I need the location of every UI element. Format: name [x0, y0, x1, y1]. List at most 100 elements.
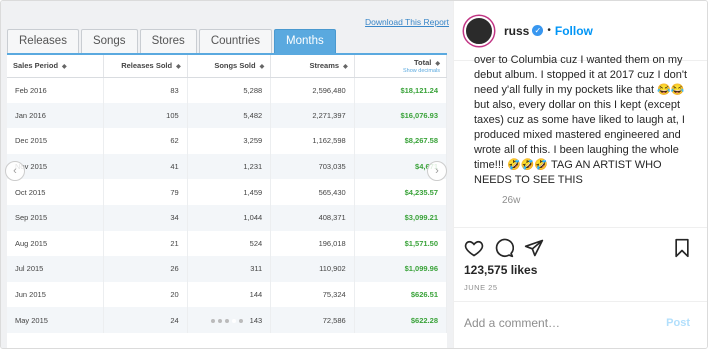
table-cell: $622.28 [354, 307, 448, 333]
sort-icon[interactable]: ◆ [260, 64, 265, 70]
carousel-dot [218, 319, 222, 323]
likes-count[interactable]: 123,575 likes [464, 263, 537, 277]
post-header: russ ✓ • Follow [454, 1, 707, 61]
table-cell: $626.51 [354, 281, 448, 308]
column-header-label: Streams [309, 61, 340, 71]
table-cell: 196,018 [270, 230, 355, 257]
column-header-label: Total [414, 57, 432, 67]
table-cell: 144 [187, 281, 272, 308]
table-cell: 1,162,598 [270, 128, 355, 154]
table-row: Jul 2015 26 311 110,902 $1,099.96 [7, 256, 448, 282]
sort-icon[interactable]: ◆ [343, 64, 348, 70]
table-row: Jan 2016 105 5,482 2,271,397 $16,076.93 [7, 102, 448, 129]
comment-input[interactable] [464, 316, 654, 330]
caption-timestamp: 26w [502, 195, 521, 206]
tab-months[interactable]: Months [274, 29, 336, 53]
report-tabs: Releases Songs Stores Countries Months [7, 29, 338, 53]
post-date: JUNE 25 [464, 283, 498, 292]
table-cell: $4,235.57 [354, 179, 448, 205]
sales-table: Sales Period ◆ Releases Sold ◆ Songs Sold ◆ St… [7, 55, 448, 333]
show-decimals-link[interactable]: Show decimals [361, 68, 440, 74]
table-row: Dec 2015 62 3,259 1,162,598 $8,267.58 [7, 128, 448, 154]
tab-songs[interactable]: Songs [80, 29, 138, 53]
sort-icon[interactable]: ◆ [176, 64, 181, 70]
table-cell: Jan 2016 [7, 102, 105, 129]
table-cell: 5,288 [187, 77, 272, 103]
column-header[interactable]: Total ◆ Show decimals [354, 55, 448, 78]
carousel-dot [225, 319, 229, 323]
carousel-next-icon[interactable]: › [427, 161, 447, 181]
table-cell: 110,902 [270, 256, 355, 282]
table-cell: 408,371 [270, 204, 355, 231]
bookmark-icon[interactable] [672, 238, 692, 258]
post-media: Download This Report Releases Songs Stores… [1, 1, 453, 348]
table-cell: 21 [103, 230, 188, 257]
table-cell: $1,571.50 [354, 230, 448, 257]
table-cell: 1,231 [187, 153, 272, 180]
table-cell: 105 [103, 102, 188, 129]
comment-bar: Post [454, 301, 707, 348]
comment-icon[interactable] [494, 238, 514, 258]
table-cell: 5,482 [187, 102, 272, 129]
username[interactable]: russ [504, 24, 529, 38]
table-cell: 565,430 [270, 179, 355, 205]
instagram-post-frame: Download This Report Releases Songs Stores… [0, 0, 708, 349]
post-actions [454, 227, 707, 267]
post-comment-button[interactable]: Post [666, 317, 690, 329]
carousel-dot [211, 319, 215, 323]
column-header-label: Releases Sold [121, 61, 173, 71]
table-cell: 703,035 [270, 153, 355, 180]
table-cell: Oct 2015 [7, 179, 105, 205]
carousel-dot-active [232, 319, 236, 323]
table-cell: 72,586 [270, 307, 355, 333]
table-cell: 83 [103, 77, 188, 103]
tab-countries[interactable]: Countries [198, 29, 273, 53]
column-header-label: Songs Sold [214, 61, 256, 71]
heart-icon[interactable] [464, 238, 484, 258]
table-cell: $8,267.58 [354, 128, 448, 154]
column-header[interactable]: Streams ◆ [270, 55, 355, 78]
post-caption: over to Columbia cuz I wanted them on my… [474, 54, 688, 186]
table-row: Sep 2015 34 1,044 408,371 $3,099.21 [7, 204, 448, 231]
follow-button[interactable]: Follow [555, 24, 593, 38]
column-header[interactable]: Songs Sold ◆ [187, 55, 272, 78]
table-cell: $3,099.21 [354, 204, 448, 231]
carousel-prev-icon[interactable]: ‹ [5, 161, 25, 181]
table-cell: Aug 2015 [7, 230, 105, 257]
table-cell: 26 [103, 256, 188, 282]
table-cell: Sep 2015 [7, 204, 105, 231]
separator-dot: • [547, 25, 551, 36]
table-cell: Jul 2015 [7, 256, 105, 282]
table-cell: $18,121.24 [354, 77, 448, 103]
table-cell: Feb 2016 [7, 77, 105, 103]
tab-releases[interactable]: Releases [7, 29, 79, 53]
table-row: Jun 2015 20 144 75,324 $626.51 [7, 281, 448, 308]
column-header[interactable]: Releases Sold ◆ [103, 55, 188, 78]
table-cell: $1,099.96 [354, 256, 448, 282]
sales-table-container: Sales Period ◆ Releases Sold ◆ Songs Sold ◆ St… [7, 53, 448, 348]
table-cell: 3,259 [187, 128, 272, 154]
table-cell: 2,596,480 [270, 77, 355, 103]
table-cell: 1,044 [187, 204, 272, 231]
download-report-link[interactable]: Download This Report [365, 17, 449, 27]
table-cell: May 2015 [7, 307, 105, 333]
tab-stores[interactable]: Stores [139, 29, 197, 53]
sort-icon[interactable]: ◆ [435, 61, 440, 67]
share-icon[interactable] [524, 238, 544, 258]
table-cell: Dec 2015 [7, 128, 105, 154]
table-cell: 20 [103, 281, 188, 308]
table-row: Nov 2015 41 1,231 703,035 $4,671 [7, 153, 448, 180]
table-cell: 524 [187, 230, 272, 257]
table-cell: 62 [103, 128, 188, 154]
table-cell: 2,271,397 [270, 102, 355, 129]
table-cell: 311 [187, 256, 272, 282]
avatar[interactable] [464, 15, 494, 46]
table-cell: Jun 2015 [7, 281, 105, 308]
table-cell: 79 [103, 179, 188, 205]
table-cell: 24 [103, 307, 188, 333]
column-header[interactable]: Sales Period ◆ [7, 55, 105, 78]
carousel-dots [211, 319, 243, 323]
sort-icon[interactable]: ◆ [62, 64, 67, 70]
table-cell: 75,324 [270, 281, 355, 308]
table-row: Aug 2015 21 524 196,018 $1,571.50 [7, 230, 448, 257]
